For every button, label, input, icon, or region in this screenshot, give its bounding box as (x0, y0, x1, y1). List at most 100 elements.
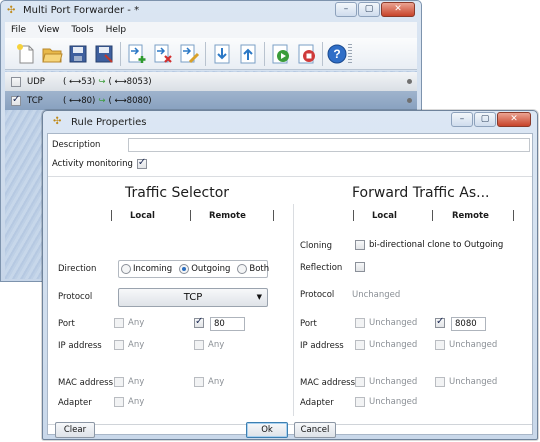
dialog-body: Description Activity monitoring Traffic … (47, 133, 533, 438)
selector-port-local: Any (114, 318, 144, 328)
direction-label: Direction (58, 264, 97, 274)
forward-ip-remote: Unchanged (435, 340, 497, 350)
forward-mac-local-checkbox[interactable] (355, 377, 365, 387)
window-title: Multi Port Forwarder - * (23, 5, 140, 16)
menu-file[interactable]: File (11, 22, 26, 38)
forward-ip-local-checkbox[interactable] (355, 340, 365, 350)
save-as-icon[interactable] (93, 43, 115, 65)
menu-help[interactable]: Help (106, 22, 127, 38)
reflection-label: Reflection (300, 263, 343, 273)
direction-both[interactable]: Both (237, 264, 269, 274)
forward-ip-local: Unchanged (355, 340, 417, 350)
forward-port-label: Port (300, 319, 317, 329)
protocol-select[interactable]: TCP ▼ (118, 288, 268, 307)
traffic-selector-title: Traffic Selector (125, 185, 230, 201)
selector-mac-local: Any (114, 377, 144, 387)
rule-enable-checkbox[interactable] (11, 94, 21, 106)
forward-col-local: Local (372, 211, 397, 221)
adapter-local-any-label: Any (128, 397, 145, 407)
reflection-option (355, 262, 365, 272)
port-remote-checkbox[interactable] (194, 316, 204, 328)
start-icon[interactable] (270, 43, 292, 65)
adapter-local-any-checkbox[interactable] (114, 397, 124, 407)
open-folder-icon[interactable] (41, 43, 63, 65)
reflection-checkbox[interactable] (355, 262, 365, 272)
forward-arrow-icon: ↪ (98, 76, 106, 87)
app-icon: ✣ (7, 5, 16, 16)
rule-protocol: TCP (27, 95, 43, 106)
dialog-close-button[interactable]: ✕ (497, 112, 531, 127)
cancel-button[interactable]: Cancel (294, 422, 336, 438)
ip-remote-any-checkbox[interactable] (194, 340, 204, 350)
menu-view[interactable]: View (38, 22, 59, 38)
clear-button[interactable]: Clear (55, 422, 95, 438)
menu-bar: File View Tools Help (5, 22, 417, 38)
forward-mac-remote-label: Unchanged (449, 377, 498, 387)
forward-mac-remote-checkbox[interactable] (435, 377, 445, 387)
rule-row-tcp[interactable]: TCP ( ⟷80) ↪ ( ⟷8080) (5, 91, 417, 110)
forward-arrow-icon: ↪ (98, 95, 106, 106)
selector-adapter-local: Any (114, 397, 144, 407)
move-up-icon[interactable] (237, 43, 259, 65)
mac-local-any-checkbox[interactable] (114, 377, 124, 387)
selector-port-remote (194, 316, 204, 328)
forward-protocol-label: Protocol (300, 290, 335, 300)
stop-icon[interactable] (296, 43, 318, 65)
description-input[interactable] (128, 138, 530, 152)
ip-local-any-checkbox[interactable] (114, 340, 124, 350)
rule-properties-dialog: ✣ Rule Properties – ▢ ✕ Description Acti… (42, 110, 538, 440)
forward-mac-local-label: Unchanged (369, 377, 418, 387)
close-button[interactable]: ✕ (381, 2, 415, 17)
port-remote-input[interactable]: 80 (210, 317, 245, 331)
forward-port-remote-input[interactable]: 8080 (451, 317, 486, 331)
direction-outgoing[interactable]: Outgoing (179, 264, 230, 274)
svg-text:?: ? (333, 47, 340, 61)
port-local-any-checkbox[interactable] (114, 318, 124, 328)
forward-ip-remote-checkbox[interactable] (435, 340, 445, 350)
minimize-button[interactable]: – (335, 2, 357, 17)
toolbar-grip[interactable] (348, 44, 352, 64)
maximize-button[interactable]: ▢ (358, 2, 380, 17)
help-icon[interactable]: ? (326, 43, 348, 65)
selector-col-local: Local (130, 211, 155, 221)
edit-rule-icon[interactable] (178, 43, 200, 65)
mac-local-any-label: Any (128, 377, 145, 387)
rule-protocol: UDP (27, 76, 45, 87)
cloning-option-label: bi-directional clone to Outgoing (369, 240, 504, 250)
divider (48, 176, 532, 177)
forward-ip-remote-label: Unchanged (449, 340, 498, 350)
menu-tools[interactable]: Tools (71, 22, 93, 38)
mac-remote-any-checkbox[interactable] (194, 377, 204, 387)
save-icon[interactable] (67, 43, 89, 65)
activity-monitoring-label: Activity monitoring (52, 159, 133, 169)
rule-enable-checkbox[interactable] (11, 76, 21, 87)
section-divider (293, 204, 294, 416)
dialog-minimize-button[interactable]: – (451, 112, 473, 127)
activity-monitoring-checkbox[interactable] (136, 157, 147, 169)
new-file-icon[interactable] (15, 43, 37, 65)
move-down-icon[interactable] (211, 43, 233, 65)
cloning-checkbox[interactable] (355, 240, 365, 250)
delete-rule-icon[interactable] (152, 43, 174, 65)
forward-protocol-value: Unchanged (352, 290, 401, 300)
dialog-maximize-button[interactable]: ▢ (474, 112, 496, 127)
direction-incoming[interactable]: Incoming (121, 264, 172, 274)
forward-adapter-local-checkbox[interactable] (355, 397, 365, 407)
forward-traffic-title: Forward Traffic As... (352, 185, 490, 201)
selector-mac-remote: Any (194, 377, 224, 387)
ok-button[interactable]: Ok (246, 422, 288, 438)
rule-remote-port: ( ⟷8053) (108, 76, 152, 87)
forward-port-remote (435, 316, 445, 328)
cloning-label: Cloning (300, 241, 333, 251)
forward-port-remote-checkbox[interactable] (435, 316, 445, 328)
ip-local-any-label: Any (128, 340, 145, 350)
forward-adapter-label: Adapter (300, 398, 334, 408)
rule-row-udp[interactable]: UDP ( ⟷53) ↪ ( ⟷8053) (5, 72, 417, 91)
forward-port-local: Unchanged (355, 318, 417, 328)
forward-port-local-checkbox[interactable] (355, 318, 365, 328)
add-rule-icon[interactable] (126, 43, 148, 65)
port-local-any-label: Any (128, 318, 145, 328)
protocol-value: TCP (183, 292, 203, 303)
selector-ip-remote: Any (194, 340, 224, 350)
protocol-label: Protocol (58, 292, 93, 302)
